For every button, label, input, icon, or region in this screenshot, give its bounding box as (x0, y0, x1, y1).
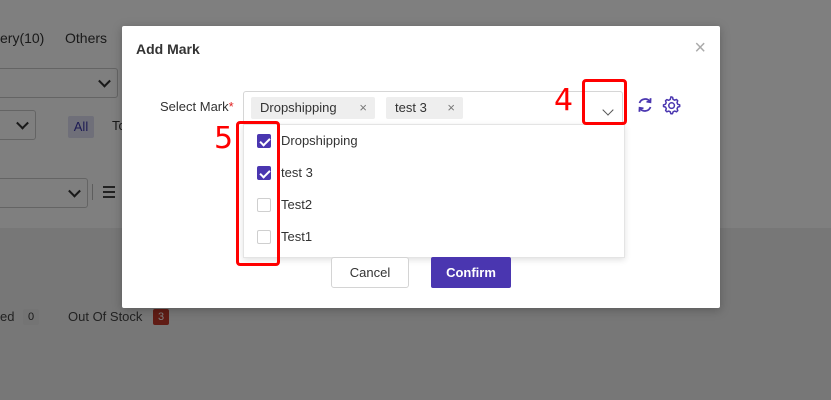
mark-option[interactable]: Test2 (244, 189, 624, 221)
option-label: test 3 (281, 165, 313, 180)
confirm-button[interactable]: Confirm (431, 257, 511, 288)
selected-tag-label: test 3 (395, 100, 427, 115)
selected-tag: test 3 × (386, 97, 463, 119)
option-label: Test2 (281, 197, 313, 212)
dialog-title: Add Mark (136, 41, 200, 57)
remove-tag-icon[interactable]: × (447, 97, 455, 119)
selected-tag: Dropshipping × (251, 97, 375, 119)
selected-tag-label: Dropshipping (260, 100, 337, 115)
cancel-button[interactable]: Cancel (331, 257, 409, 288)
option-label: Dropshipping (281, 133, 358, 148)
mark-option[interactable]: test 3 (244, 157, 624, 189)
annotation-box-dropdown (582, 79, 627, 125)
required-marker: * (228, 99, 234, 114)
annotation-box-checkboxes (236, 121, 280, 266)
mark-option[interactable]: Dropshipping (244, 125, 624, 157)
annotation-number-4: 4 (554, 83, 574, 118)
mark-options-dropdown: Dropshipping test 3 Test2 Test1 (243, 124, 625, 258)
select-mark-label-text: Select Mark (160, 99, 229, 114)
add-mark-dialog: Add Mark × Select Mark* Dropshipping × t… (122, 26, 720, 308)
mark-option[interactable]: Test1 (244, 221, 624, 253)
close-icon[interactable]: × (694, 38, 706, 58)
select-mark-label: Select Mark* (160, 99, 234, 114)
option-label: Test1 (281, 229, 313, 244)
gear-icon[interactable] (661, 95, 681, 115)
refresh-icon[interactable] (635, 95, 655, 115)
annotation-number-5: 5 (214, 121, 234, 156)
remove-tag-icon[interactable]: × (359, 97, 367, 119)
